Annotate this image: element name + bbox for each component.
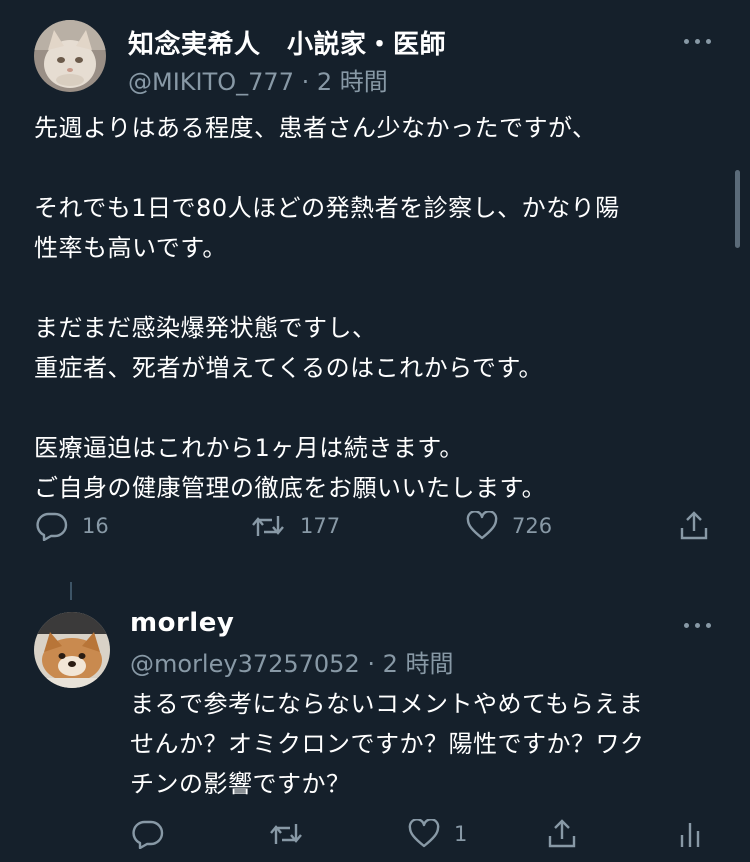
reply-icon xyxy=(36,512,68,541)
like-count: 726 xyxy=(512,514,553,538)
analytics-icon xyxy=(680,823,700,847)
tweet-text: 先週よりはある程度、患者さん少なかったですが、 それでも1日で80人ほどの発熱者… xyxy=(34,114,620,502)
share-icon xyxy=(548,819,576,848)
tweet-actions: 1 xyxy=(0,814,750,854)
like-count: 1 xyxy=(454,822,468,846)
like-button[interactable]: 726 xyxy=(466,506,552,546)
reply-count: 16 xyxy=(82,514,109,538)
tweet-actions: 16 177 726 xyxy=(0,506,750,546)
share-button[interactable] xyxy=(546,814,578,854)
more-options-icon[interactable] xyxy=(680,36,716,46)
timestamp[interactable]: · 2 時間 xyxy=(302,68,388,96)
analytics-button[interactable] xyxy=(678,814,702,854)
author-handle-and-time[interactable]: @MIKITO_777 · 2 時間 xyxy=(128,62,388,97)
author-handle[interactable]: @morley37257052 xyxy=(130,650,360,678)
retweet-count: 177 xyxy=(300,514,341,538)
reply-button[interactable]: 16 xyxy=(36,506,109,546)
cat-avatar-image xyxy=(34,20,106,92)
share-button[interactable] xyxy=(678,506,710,546)
retweet-button[interactable]: 177 xyxy=(250,506,340,546)
author-handle-and-time[interactable]: @morley37257052 · 2 時間 xyxy=(130,644,454,679)
retweet-icon xyxy=(252,516,284,536)
tweet-reply[interactable]: morley @morley37257052 · 2 時間 まるで参考にならない… xyxy=(0,600,750,862)
dog-avatar-image xyxy=(34,612,110,688)
retweet-icon xyxy=(270,824,302,844)
heart-icon xyxy=(466,511,498,540)
tweet-text: まるで参考にならないコメントやめてもらえま せんか？オミクロンですか？陽性ですか… xyxy=(130,690,645,798)
share-icon xyxy=(680,511,708,540)
author-name[interactable]: morley xyxy=(130,608,234,638)
retweet-button[interactable] xyxy=(268,814,318,854)
thread-connector-line xyxy=(70,582,72,600)
author-handle[interactable]: @MIKITO_777 xyxy=(128,68,294,96)
timestamp[interactable]: · 2 時間 xyxy=(367,650,453,678)
more-options-icon[interactable] xyxy=(680,620,716,630)
avatar[interactable] xyxy=(34,20,106,92)
author-name[interactable]: 知念実希人 小説家・医師 xyxy=(128,24,446,61)
tweet-main[interactable]: 知念実希人 小説家・医師 @MIKITO_777 · 2 時間 先週よりはある程… xyxy=(0,0,750,560)
avatar[interactable] xyxy=(34,612,110,688)
reply-icon xyxy=(132,820,164,849)
heart-icon xyxy=(408,819,440,848)
reply-button[interactable] xyxy=(132,814,178,854)
like-button[interactable]: 1 xyxy=(408,814,467,854)
scrollbar[interactable] xyxy=(735,170,740,248)
